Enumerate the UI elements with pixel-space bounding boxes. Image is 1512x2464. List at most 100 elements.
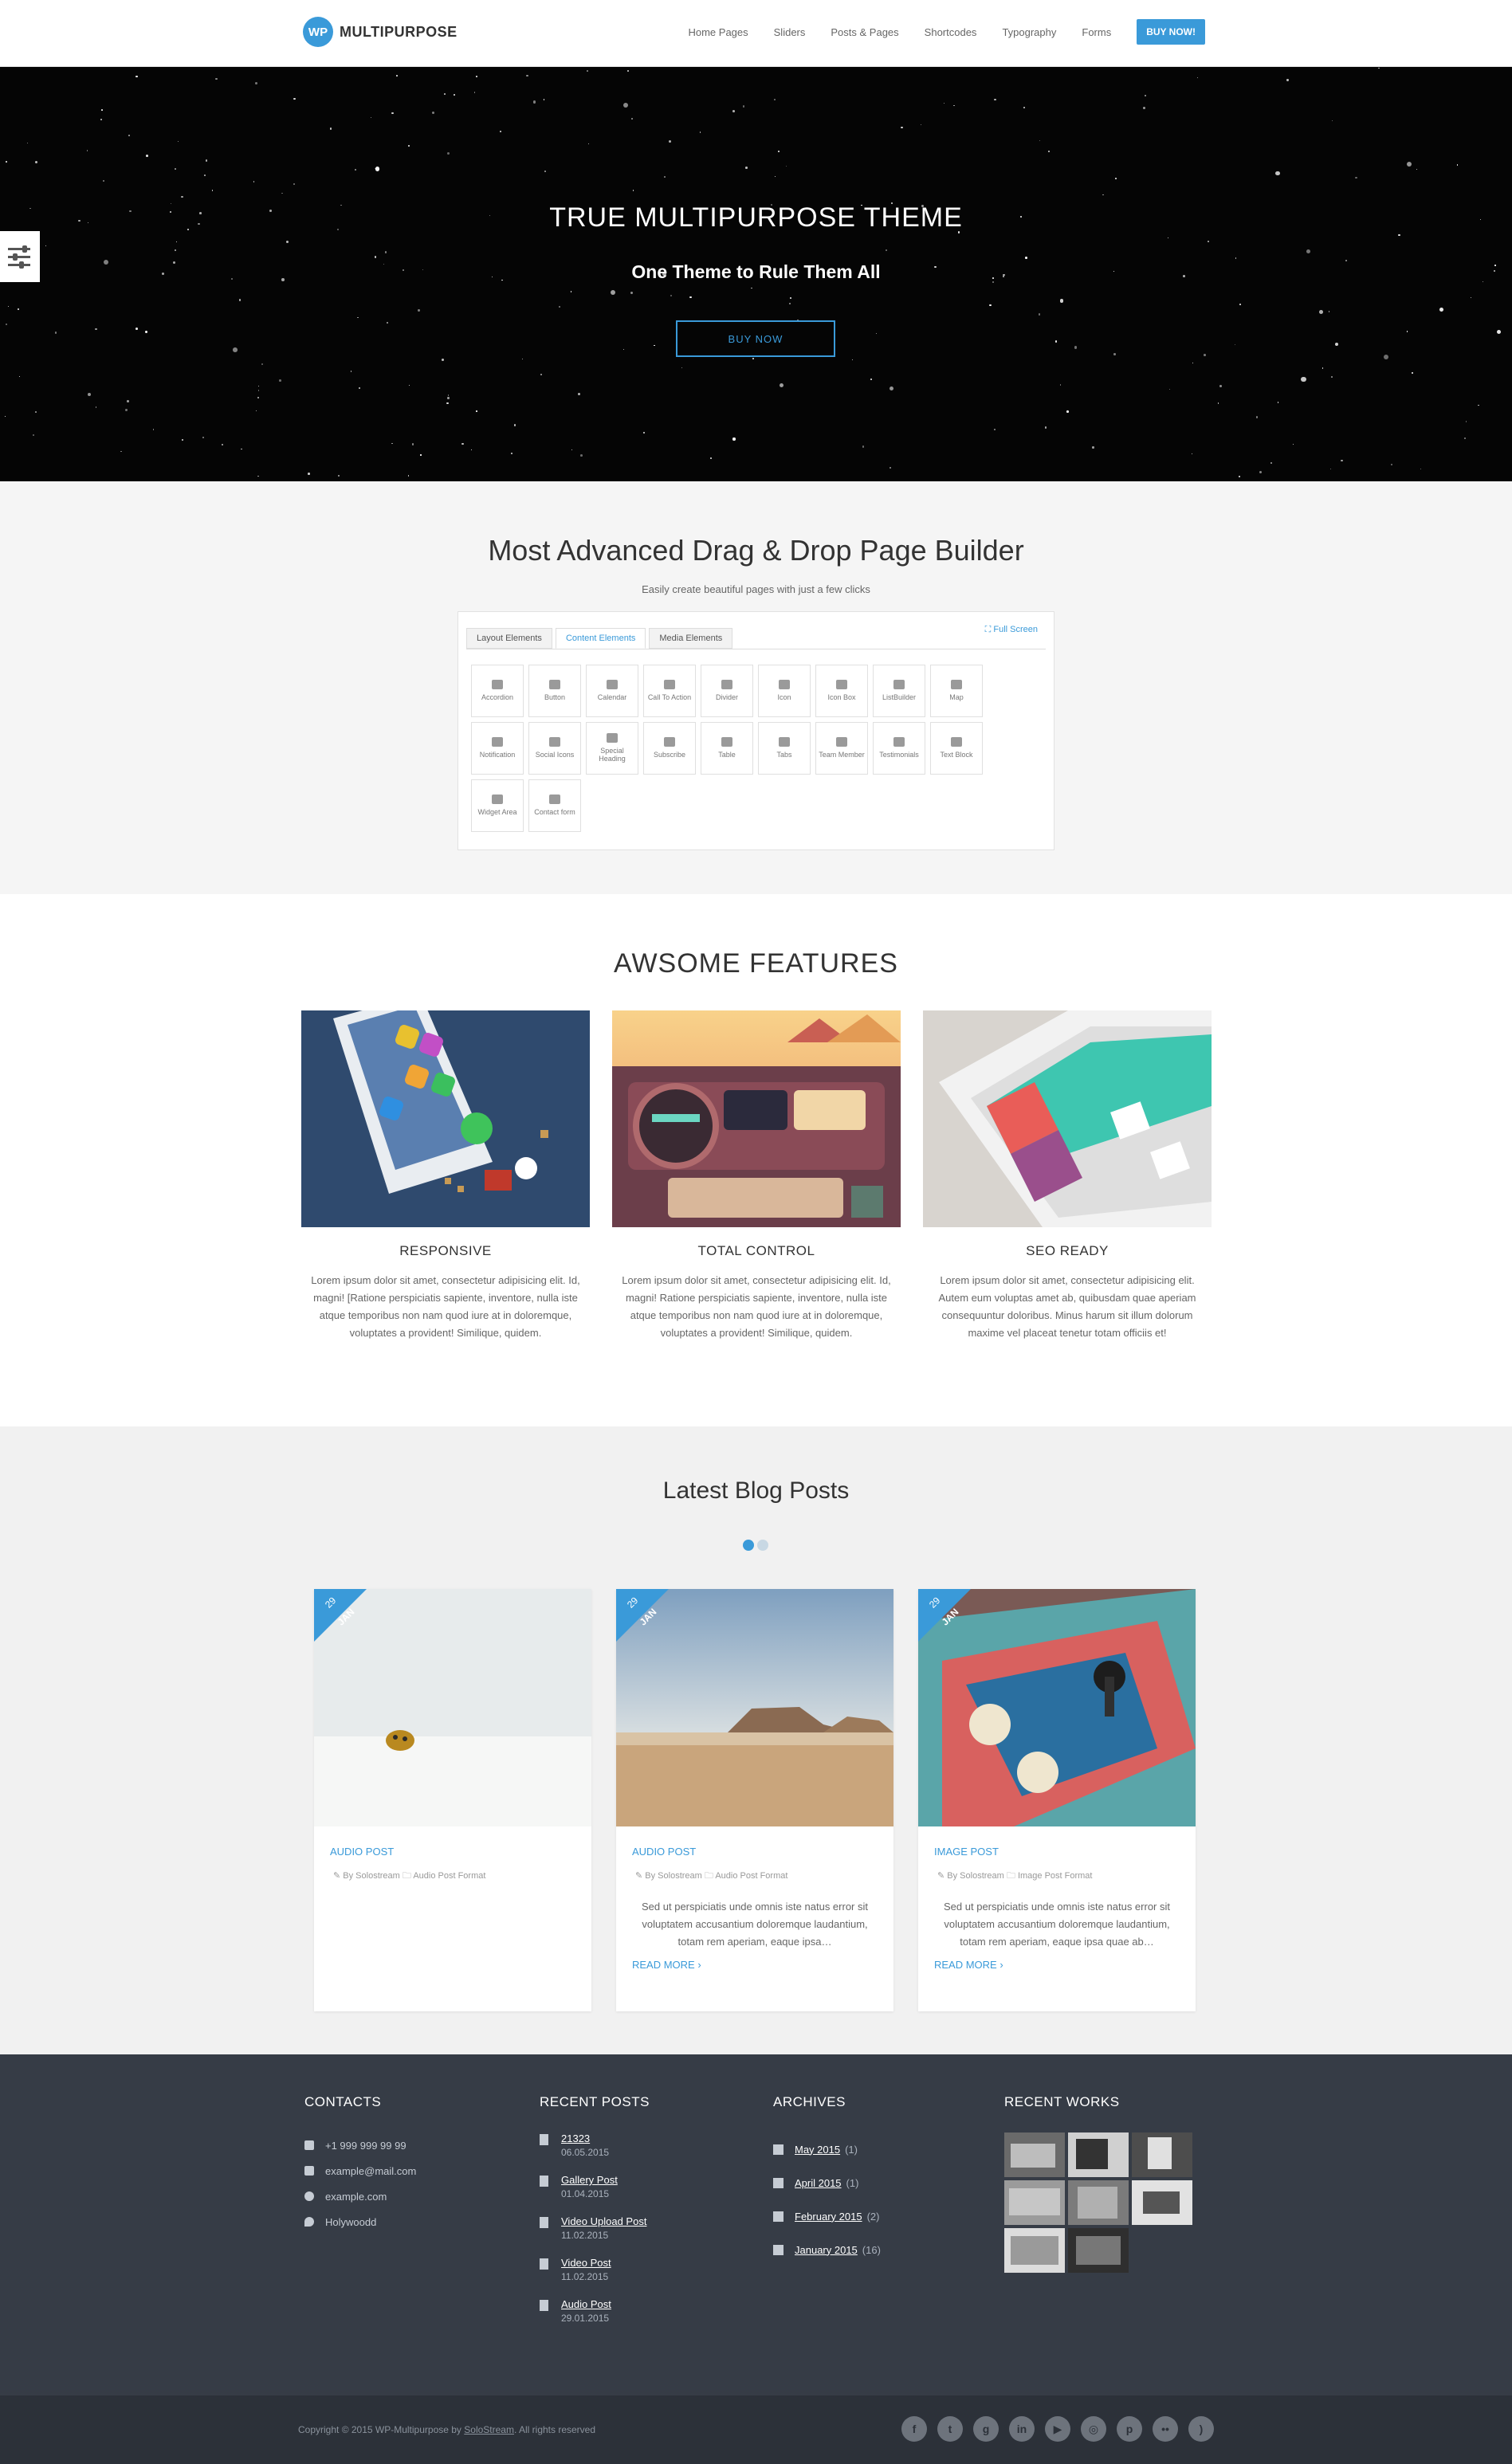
hero-buy-now-button[interactable]: BUY NOW <box>676 320 835 357</box>
builder-element-tile[interactable]: Testimonials <box>873 722 925 775</box>
builder-element-tile[interactable]: Map <box>930 665 983 717</box>
builder-element-tile[interactable]: Text Block <box>930 722 983 775</box>
nav-buy-now-button[interactable]: BUY NOW! <box>1137 19 1205 45</box>
archive-link[interactable]: April 2015 <box>795 2177 842 2189</box>
feature-image-seo-ready <box>923 1010 1212 1227</box>
recent-post-link[interactable]: 21323 <box>561 2132 609 2144</box>
recent-post-link[interactable]: Video Post <box>561 2257 611 2269</box>
pinterest-icon[interactable]: p <box>1117 2416 1142 2442</box>
nav-typography[interactable]: Typography <box>1002 26 1056 38</box>
site-logo[interactable]: WP MULTIPURPOSE <box>303 17 458 47</box>
work-thumbnail[interactable] <box>1132 2180 1192 2225</box>
nav-shortcodes[interactable]: Shortcodes <box>925 26 977 38</box>
tab-content-elements[interactable]: Content Elements <box>555 628 646 649</box>
element-icon <box>951 737 962 747</box>
linkedin-icon[interactable]: in <box>1009 2416 1035 2442</box>
bottom-bar: Copyright © 2015 WP-Multipurpose by Solo… <box>0 2395 1512 2464</box>
element-label: Button <box>544 693 566 702</box>
read-more-link[interactable]: READ MORE › <box>934 1959 1180 1971</box>
builder-title: Most Advanced Drag & Drop Page Builder <box>488 534 1024 567</box>
post-image-beach[interactable]: 29 JAN <box>616 1589 893 1826</box>
builder-element-tile[interactable]: Calendar <box>586 665 638 717</box>
post-category[interactable]: AUDIO POST <box>330 1846 575 1858</box>
builder-element-tile[interactable]: Accordion <box>471 665 524 717</box>
element-label: Map <box>949 693 964 702</box>
google-plus-icon[interactable]: g <box>973 2416 999 2442</box>
recent-post-link[interactable]: Audio Post <box>561 2298 611 2310</box>
work-thumbnail[interactable] <box>1004 2228 1065 2273</box>
archive-link[interactable]: February 2015 <box>795 2211 862 2223</box>
hero-section: TRUE MULTIPURPOSE THEME One Theme to Rul… <box>0 67 1512 481</box>
social-links: f t g in ▶ ◎ p •• ) <box>901 2416 1214 2442</box>
document-icon <box>540 2217 548 2228</box>
nav-forms[interactable]: Forms <box>1082 26 1111 38</box>
builder-element-tile[interactable]: Widget Area <box>471 779 524 832</box>
archive-link[interactable]: May 2015 <box>795 2144 840 2156</box>
builder-element-tile[interactable]: Contact form <box>528 779 581 832</box>
builder-element-tile[interactable]: Table <box>701 722 753 775</box>
element-label: Call To Action <box>647 693 692 702</box>
contact-email: example@mail.com <box>304 2158 416 2183</box>
twitter-icon[interactable]: t <box>937 2416 963 2442</box>
work-thumbnail[interactable] <box>1068 2180 1129 2225</box>
solostream-link[interactable]: SoloStream <box>464 2424 514 2435</box>
facebook-icon[interactable]: f <box>901 2416 927 2442</box>
element-icon <box>492 737 503 747</box>
main-nav: Home Pages Sliders Posts & Pages Shortco… <box>688 19 1205 45</box>
post-image-arcade[interactable]: 29 JAN <box>918 1589 1196 1826</box>
work-thumbnail[interactable] <box>1004 2132 1065 2177</box>
builder-element-tile[interactable]: ListBuilder <box>873 665 925 717</box>
instagram-icon[interactable]: ◎ <box>1081 2416 1106 2442</box>
builder-element-tile[interactable]: Call To Action <box>643 665 696 717</box>
post-category[interactable]: AUDIO POST <box>632 1846 878 1858</box>
document-icon <box>540 2176 548 2187</box>
full-screen-link[interactable]: ⛶ Full Screen <box>985 625 1038 635</box>
builder-element-tile[interactable]: Notification <box>471 722 524 775</box>
archive-item: January 2015 (16) <box>773 2233 881 2266</box>
read-more-link[interactable]: READ MORE › <box>632 1959 878 1971</box>
tab-media-elements[interactable]: Media Elements <box>649 628 733 649</box>
nav-posts-pages[interactable]: Posts & Pages <box>831 26 898 38</box>
work-thumbnail[interactable] <box>1068 2228 1129 2273</box>
carousel-dot[interactable] <box>757 1540 768 1551</box>
globe-icon <box>304 2191 314 2201</box>
feature-image-total-control <box>612 1010 901 1227</box>
youtube-icon[interactable]: ▶ <box>1045 2416 1070 2442</box>
tab-layout-elements[interactable]: Layout Elements <box>466 628 552 649</box>
post-image-ladybug[interactable]: 29 JAN <box>314 1589 591 1826</box>
flickr-icon[interactable]: •• <box>1153 2416 1178 2442</box>
builder-element-tile[interactable]: Tabs <box>758 722 811 775</box>
settings-sliders-icon[interactable] <box>0 231 40 282</box>
work-thumbnail[interactable] <box>1004 2180 1065 2225</box>
post-category[interactable]: IMAGE POST <box>934 1846 1180 1858</box>
builder-element-tile[interactable]: Icon <box>758 665 811 717</box>
post-excerpt: Sed ut perspiciatis unde omnis iste natu… <box>944 1901 1170 1948</box>
builder-element-tile[interactable]: Subscribe <box>643 722 696 775</box>
nav-sliders[interactable]: Sliders <box>774 26 806 38</box>
nav-home-pages[interactable]: Home Pages <box>688 26 748 38</box>
element-label: Calendar <box>597 693 627 702</box>
features-title: AWSOME FEATURES <box>614 948 898 979</box>
builder-element-tile[interactable]: Social Icons <box>528 722 581 775</box>
page-builder-section: Most Advanced Drag & Drop Page Builder E… <box>0 481 1512 894</box>
element-grid: Accordion Button Calendar Call To Action Div… <box>471 665 983 832</box>
post-meta: ✎ By Solostream 🗀 Image Post Format <box>937 1871 1093 1881</box>
rss-icon[interactable]: ) <box>1188 2416 1214 2442</box>
work-thumbnail[interactable] <box>1068 2132 1129 2177</box>
archive-link[interactable]: January 2015 <box>795 2244 858 2256</box>
recent-post-link[interactable]: Video Upload Post <box>561 2215 646 2227</box>
builder-element-tile[interactable]: Special Heading <box>586 722 638 775</box>
recent-post-link[interactable]: Gallery Post <box>561 2174 618 2186</box>
blog-post-card: 29 JAN AUDIO POST ✎ By Solostream 🗀 Audi… <box>314 1589 591 2011</box>
builder-element-tile[interactable]: Button <box>528 665 581 717</box>
builder-element-tile[interactable]: Divider <box>701 665 753 717</box>
carousel-dot[interactable] <box>743 1540 754 1551</box>
work-thumbnail[interactable] <box>1132 2132 1192 2177</box>
builder-element-tile[interactable]: Team Member <box>815 722 868 775</box>
builder-element-tile[interactable]: Icon Box <box>815 665 868 717</box>
element-icon <box>549 795 560 805</box>
element-icon <box>779 737 790 747</box>
logo-text: MULTIPURPOSE <box>340 23 458 40</box>
element-icon <box>549 737 560 747</box>
element-label: ListBuilder <box>882 693 917 702</box>
